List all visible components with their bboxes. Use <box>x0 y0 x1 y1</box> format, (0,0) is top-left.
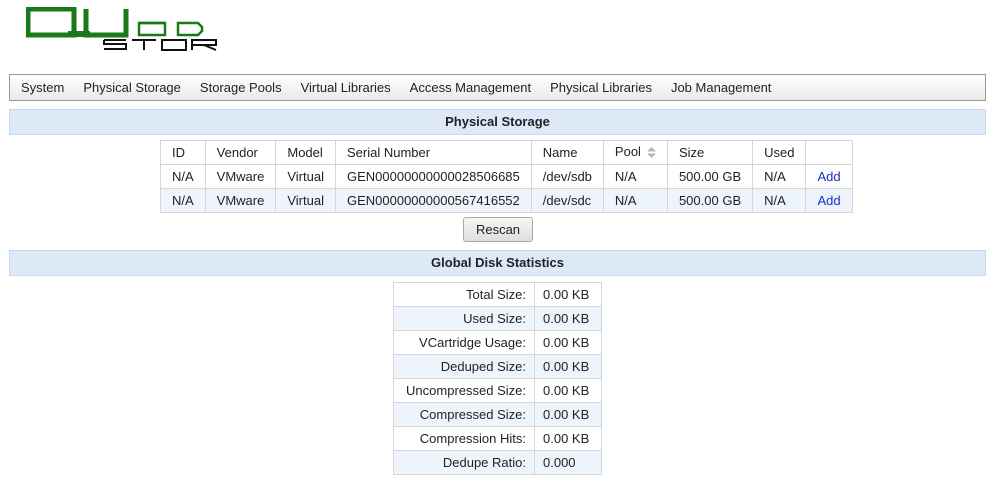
stat-row: Compressed Size: 0.00 KB <box>393 402 602 427</box>
cell-pool: N/A <box>602 188 668 213</box>
cell-serial-number: GEN00000000000028506685 <box>334 164 532 189</box>
add-link[interactable]: Add <box>805 188 853 213</box>
table-header-row: ID Vendor Model Serial Number Name Pool … <box>160 140 853 165</box>
cell-name: /dev/sdc <box>530 188 604 213</box>
cell-model: Virtual <box>275 188 336 213</box>
column-header-pool-label: Pool <box>614 144 641 160</box>
column-header-model[interactable]: Model <box>275 140 336 165</box>
rescan-button[interactable]: Rescan <box>463 217 533 242</box>
stat-label-vcartridge-usage: VCartridge Usage: <box>393 330 535 355</box>
cell-name: /dev/sdb <box>530 164 604 189</box>
physical-storage-table: ID Vendor Model Serial Number Name Pool … <box>160 140 853 213</box>
stat-value-used-size: 0.00 KB <box>534 306 602 331</box>
global-disk-statistics-header: Global Disk Statistics <box>9 250 986 276</box>
stat-label-deduped-size: Deduped Size: <box>393 354 535 379</box>
nav-item-job-management[interactable]: Job Management <box>662 75 780 100</box>
cell-size: 500.00 GB <box>666 188 754 213</box>
stat-row: Dedupe Ratio: 0.000 <box>393 450 602 475</box>
stat-value-deduped-size: 0.00 KB <box>534 354 602 379</box>
column-header-pool[interactable]: Pool <box>602 140 668 165</box>
stat-value-compression-hits: 0.00 KB <box>534 426 602 451</box>
cell-size: 500.00 GB <box>666 164 754 189</box>
stat-row: Total Size: 0.00 KB <box>393 282 602 307</box>
column-header-used[interactable]: Used <box>752 140 807 165</box>
column-header-action <box>805 140 853 165</box>
sort-icon <box>646 146 656 161</box>
nav-item-storage-pools[interactable]: Storage Pools <box>191 75 291 100</box>
nav-item-physical-storage[interactable]: Physical Storage <box>74 75 190 100</box>
nav-item-physical-libraries[interactable]: Physical Libraries <box>541 75 661 100</box>
disk-statistics-table: Total Size: 0.00 KB Used Size: 0.00 KB V… <box>393 282 602 475</box>
stat-label-dedupe-ratio: Dedupe Ratio: <box>393 450 535 475</box>
column-header-id[interactable]: ID <box>160 140 206 165</box>
stat-row: Compression Hits: 0.00 KB <box>393 426 602 451</box>
quadstor-logo <box>26 7 242 55</box>
stat-value-compressed-size: 0.00 KB <box>534 402 602 427</box>
table-row: N/A VMware Virtual GEN000000000005674165… <box>160 188 853 213</box>
nav-item-system[interactable]: System <box>12 75 73 100</box>
column-header-vendor[interactable]: Vendor <box>204 140 277 165</box>
stat-row: Deduped Size: 0.00 KB <box>393 354 602 379</box>
physical-storage-header: Physical Storage <box>9 109 986 135</box>
stat-value-uncompressed-size: 0.00 KB <box>534 378 602 403</box>
stat-label-total-size: Total Size: <box>393 282 535 307</box>
cell-pool: N/A <box>602 164 668 189</box>
column-header-size[interactable]: Size <box>666 140 754 165</box>
column-header-serial-number[interactable]: Serial Number <box>334 140 532 165</box>
cell-vendor: VMware <box>204 188 277 213</box>
logo-graphic <box>26 7 217 51</box>
cell-id: N/A <box>160 164 206 189</box>
stat-label-used-size: Used Size: <box>393 306 535 331</box>
stat-row: Uncompressed Size: 0.00 KB <box>393 378 602 403</box>
stat-label-compression-hits: Compression Hits: <box>393 426 535 451</box>
stat-label-uncompressed-size: Uncompressed Size: <box>393 378 535 403</box>
stat-row: Used Size: 0.00 KB <box>393 306 602 331</box>
stat-value-vcartridge-usage: 0.00 KB <box>534 330 602 355</box>
cell-serial-number: GEN00000000000567416552 <box>334 188 532 213</box>
cell-model: Virtual <box>275 164 336 189</box>
table-row: N/A VMware Virtual GEN000000000000285066… <box>160 164 853 189</box>
cell-id: N/A <box>160 188 206 213</box>
cell-vendor: VMware <box>204 164 277 189</box>
nav-item-access-management[interactable]: Access Management <box>401 75 540 100</box>
cell-used: N/A <box>752 188 807 213</box>
main-nav: System Physical Storage Storage Pools Vi… <box>9 74 986 101</box>
cell-used: N/A <box>752 164 807 189</box>
stat-row: VCartridge Usage: 0.00 KB <box>393 330 602 355</box>
stat-value-total-size: 0.00 KB <box>534 282 602 307</box>
stat-value-dedupe-ratio: 0.000 <box>534 450 602 475</box>
add-link[interactable]: Add <box>805 164 853 189</box>
stat-label-compressed-size: Compressed Size: <box>393 402 535 427</box>
nav-item-virtual-libraries[interactable]: Virtual Libraries <box>292 75 400 100</box>
column-header-name[interactable]: Name <box>530 140 604 165</box>
